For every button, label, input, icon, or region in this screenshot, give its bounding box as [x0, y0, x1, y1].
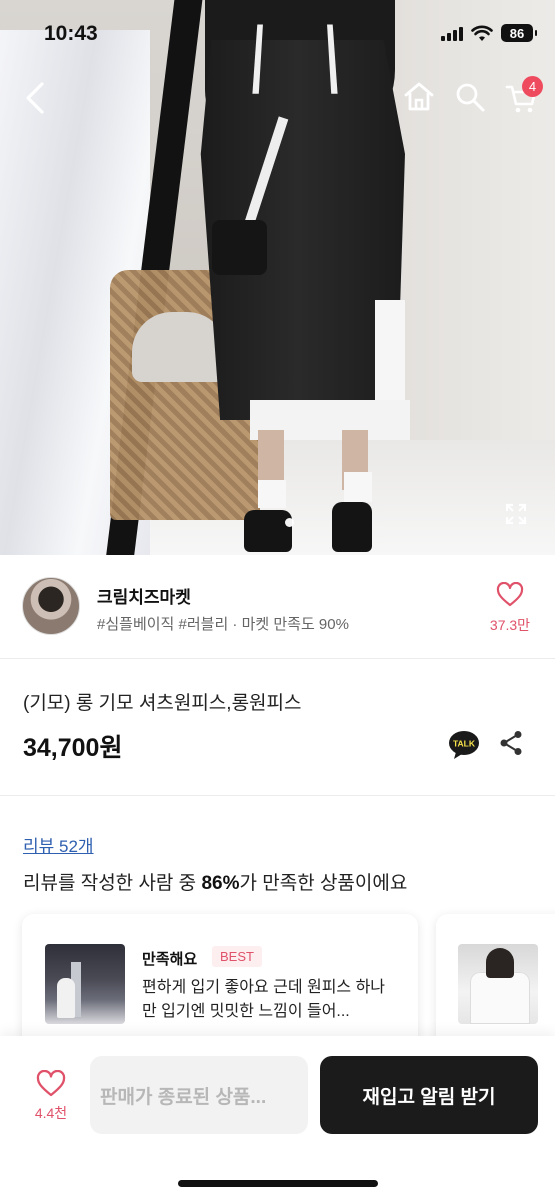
status-icons: 86	[441, 24, 537, 42]
review-card[interactable]: 만족해요 BEST 편하게 입기 좋아요 근데 원피스 하나만 입기엔 밋밋한 …	[22, 914, 418, 1054]
wifi-icon	[471, 25, 493, 41]
review-count-link[interactable]: 리뷰 52개	[23, 832, 94, 857]
kakaotalk-icon[interactable]: TALK	[448, 730, 480, 760]
review-photo[interactable]	[458, 944, 538, 1024]
gallery-page-indicator	[285, 518, 294, 527]
wishlist-count: 4.4천	[34, 1105, 68, 1121]
product-price: 34,700원	[23, 734, 123, 762]
review-text: 편하게 입기 좋아요 근데 원피스 하나만 입기엔 밋밋한 느낌이 들어...	[142, 979, 386, 1020]
seller-avatar[interactable]	[22, 577, 80, 635]
status-time: 10:43	[44, 22, 98, 45]
sold-out-button: 판매가 종료된 상품...	[90, 1056, 308, 1134]
signal-icon	[441, 25, 463, 41]
share-icon[interactable]	[499, 730, 523, 756]
cart-count-badge: 4	[522, 76, 543, 97]
expand-icon[interactable]	[504, 502, 528, 526]
product-title: (기모) 롱 기모 셔츠원피스,롱원피스	[23, 693, 302, 714]
review-summary-suffix: 가 만족한 상품이에요	[239, 873, 408, 894]
photo-shoe-right	[332, 502, 372, 552]
home-indicator	[178, 1180, 378, 1187]
seller-like-count: 37.3만	[489, 617, 531, 633]
photo-sock-left	[258, 480, 286, 508]
review-photo-person	[57, 978, 75, 1018]
heart-icon[interactable]	[496, 582, 524, 608]
review-photo-shirt	[470, 972, 530, 1024]
photo-bag	[212, 220, 267, 275]
svg-text:TALK: TALK	[453, 739, 476, 749]
seller-name[interactable]: 크림치즈마켓	[97, 583, 191, 608]
review-photo-hair	[486, 948, 514, 978]
review-summary-prefix: 리뷰를 작성한 사람 중	[23, 873, 202, 894]
product-info: (기모) 롱 기모 셔츠원피스,롱원피스 34,700원 TALK	[0, 660, 555, 796]
photo-shoe-left	[244, 510, 292, 552]
seller-section[interactable]: 크림치즈마켓 #심플베이직 #러블리 · 마켓 만족도 90% 37.3만	[0, 555, 555, 659]
wishlist-heart-icon[interactable]	[36, 1070, 66, 1098]
review-card-next[interactable]	[436, 914, 555, 1054]
battery-icon: 86	[501, 24, 537, 42]
restock-alert-button[interactable]: 재입고 알림 받기	[320, 1056, 538, 1134]
photo-chair-back	[132, 312, 227, 382]
search-icon[interactable]	[453, 80, 487, 114]
back-icon[interactable]	[18, 78, 54, 118]
photo-sock-right	[344, 472, 372, 502]
review-satisfaction-percent: 86%	[201, 873, 240, 894]
best-badge: BEST	[212, 946, 262, 967]
photo-collar	[252, 24, 338, 94]
review-summary: 리뷰를 작성한 사람 중 86%가 만족한 상품이에요	[23, 868, 407, 895]
seller-tags: #심플베이직 #러블리 · 마켓 만족도 90%	[97, 616, 349, 633]
review-rating-label: 만족해요	[142, 951, 198, 968]
review-photo[interactable]	[45, 944, 125, 1024]
home-icon[interactable]	[402, 80, 436, 114]
